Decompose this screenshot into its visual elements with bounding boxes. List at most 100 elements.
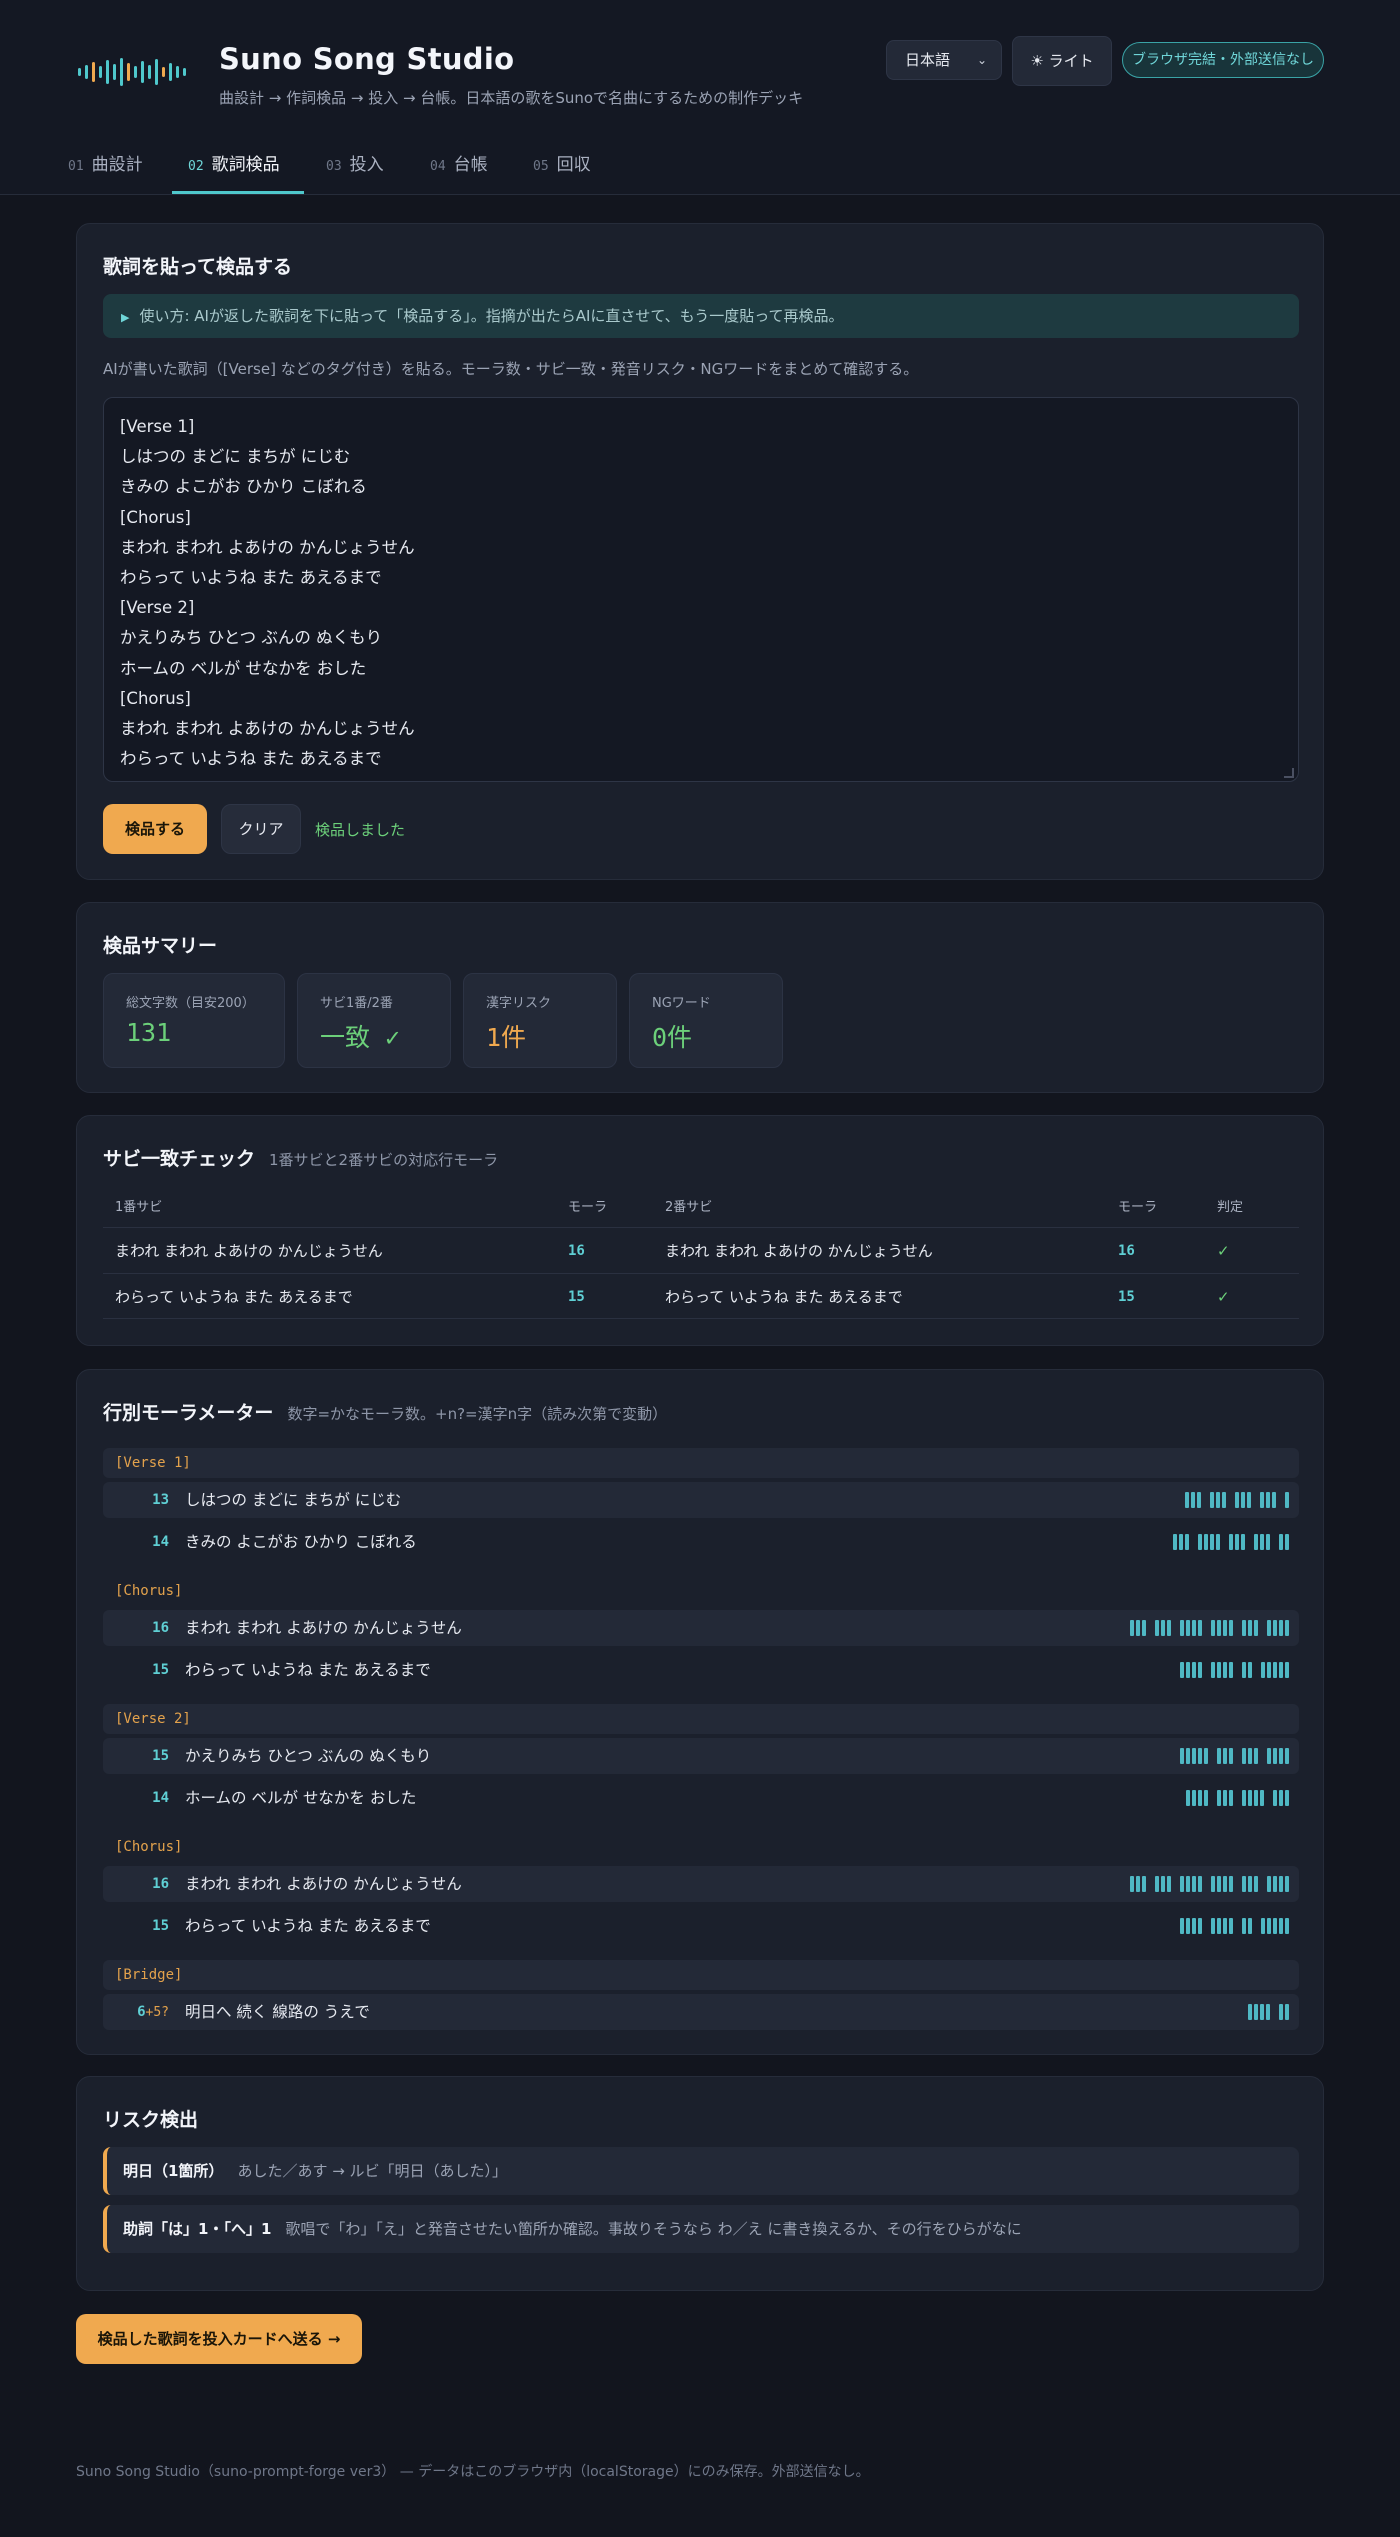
tab-ledger[interactable]: 04 台帳	[430, 135, 488, 195]
tab-song-design[interactable]: 01 曲設計	[68, 135, 143, 195]
mora-bar-meter	[1171, 1748, 1289, 1764]
mora-bar	[1248, 1790, 1252, 1806]
mora-bar	[1229, 1748, 1233, 1764]
mora-bar	[1223, 1748, 1227, 1764]
lyrics-textarea[interactable]: [Verse 1] しはつの まどに まちが にじむ きみの よこがお ひかり こぼ…	[103, 397, 1299, 782]
waveform-logo-icon	[78, 58, 186, 86]
wave-bar	[85, 65, 88, 79]
mora-bar	[1229, 1534, 1233, 1550]
col-header-mora1: モーラ	[568, 1200, 608, 1215]
mora-line-text: まわれ まわれ よあけの かんじょうせん	[185, 1619, 462, 1637]
mora-bar	[1229, 1918, 1233, 1934]
language-select[interactable]: 日本語 ⌄	[886, 40, 1002, 80]
mora-bar	[1229, 1620, 1233, 1636]
mora-count: 15	[152, 1748, 169, 1764]
check-icon: ✓	[1217, 1288, 1230, 1306]
mora-bar	[1229, 1662, 1233, 1678]
wave-bar	[176, 66, 179, 78]
check-status: 検品しました	[315, 821, 406, 839]
wave-bar	[120, 58, 123, 86]
mora-bar	[1242, 1918, 1246, 1934]
mora-bar	[1210, 1534, 1214, 1550]
wave-bar	[99, 66, 102, 78]
mora-bar	[1285, 1662, 1289, 1678]
mora-bar	[1242, 1790, 1246, 1806]
mora-bar	[1180, 1918, 1184, 1934]
col-header-chorus2: 2番サビ	[665, 1200, 713, 1215]
tab-collect[interactable]: 05 回収	[533, 135, 591, 195]
mora-bar	[1211, 1620, 1215, 1636]
card-title: 行別モーラメーター 数字=かなモーラ数。+n?=漢字n字（読み次第で変動）	[103, 1402, 668, 1424]
mora-bar-meter	[1171, 1918, 1289, 1934]
mora-line-row: 6+5? 明日へ 続く 線路の うえで	[103, 1994, 1299, 2030]
resize-handle-icon[interactable]	[1284, 768, 1294, 778]
mora-bar-meter	[1176, 1492, 1289, 1508]
mora-bar	[1217, 1790, 1221, 1806]
wave-bar	[134, 66, 137, 78]
mora-bar	[1241, 1492, 1245, 1508]
mora-bar	[1223, 1662, 1227, 1678]
active-tab-indicator	[172, 191, 304, 194]
section-label: [Verse 2]	[103, 1704, 1299, 1734]
mora-line-row: 15 かえりみち ひとつ ぶんの ぬくもり	[103, 1738, 1299, 1774]
mora-bar	[1266, 1534, 1270, 1550]
mora-bar	[1248, 1662, 1252, 1678]
mora-bar	[1260, 1790, 1264, 1806]
mora-bar	[1186, 1748, 1190, 1764]
mora-bar	[1273, 1620, 1277, 1636]
mora-bar	[1260, 2004, 1264, 2020]
mora-meter-card: 行別モーラメーター 数字=かなモーラ数。+n?=漢字n字（読み次第で変動） [Ve…	[76, 1369, 1324, 2055]
mora-bar	[1204, 1748, 1208, 1764]
tab-lyrics-check[interactable]: 02 歌詞検品	[188, 135, 280, 195]
theme-toggle-button[interactable]: ☀ ライト	[1012, 36, 1112, 86]
wave-bar	[78, 68, 81, 76]
mora-bar	[1167, 1876, 1171, 1892]
send-to-submit-button[interactable]: 検品した歌詞を投入カードへ送る →	[76, 2314, 362, 2364]
mora-bar	[1211, 1662, 1215, 1678]
mora-bar-meter	[1239, 2004, 1289, 2020]
summary-card: 検品サマリー 総文字数（目安200） 131 サビ1番/2番 一致 ✓ 漢字リス…	[76, 902, 1324, 1093]
lyric-line: しはつの まどに まちが にじむ	[120, 447, 351, 467]
tab-submit[interactable]: 03 投入	[326, 135, 384, 195]
mora-bar	[1242, 1876, 1246, 1892]
card-title: 歌詞を貼って検品する	[103, 256, 293, 278]
mora-bar	[1248, 2004, 1252, 2020]
wave-bar	[127, 63, 130, 81]
mora-bar-meter	[1121, 1620, 1289, 1636]
mora-bar	[1267, 1748, 1271, 1764]
check-icon: ✓	[1217, 1242, 1230, 1260]
check-lyrics-button[interactable]: 検品する	[103, 804, 207, 854]
clear-button[interactable]: クリア	[221, 804, 301, 854]
wave-bar	[155, 59, 158, 85]
stat-chorus-match: サビ1番/2番 一致 ✓	[297, 973, 451, 1068]
mora-bar	[1279, 1662, 1283, 1678]
mora-bar	[1217, 1748, 1221, 1764]
table-row: わらって いようね また あえるまで 15 わらって いようね また あえるまで…	[103, 1273, 1299, 1319]
mora-bar-meter	[1164, 1534, 1289, 1550]
mora-bar	[1223, 1790, 1227, 1806]
mora-bar	[1186, 1620, 1190, 1636]
mora-line-text: しはつの まどに まちが にじむ	[185, 1491, 402, 1509]
app-title: Suno Song Studio	[219, 42, 515, 76]
mora-line-row: 15 わらって いようね また あえるまで	[103, 1652, 1299, 1688]
mora-bar	[1222, 1492, 1226, 1508]
mora-line-row: 16 まわれ まわれ よあけの かんじょうせん	[103, 1866, 1299, 1902]
usage-hint: ▶ 使い方: AIが返した歌詞を下に貼って「検品する」。指摘が出たらAIに直させて…	[103, 294, 1299, 338]
mora-count: 16	[152, 1876, 169, 1892]
mora-bar	[1198, 1620, 1202, 1636]
mora-bar	[1279, 1876, 1283, 1892]
lyric-line: わらって いようね また あえるまで	[120, 749, 382, 769]
mora-bar	[1180, 1662, 1184, 1678]
mora-bar	[1217, 1620, 1221, 1636]
mora-bar	[1279, 2004, 1283, 2020]
mora-line-text: 明日へ 続く 線路の うえで	[185, 2003, 370, 2021]
mora-bar	[1285, 1748, 1289, 1764]
mora-bar	[1161, 1876, 1165, 1892]
mora-count: 15	[152, 1662, 169, 1678]
col-header-mora2: モーラ	[1118, 1200, 1158, 1215]
mora-bar	[1179, 1534, 1183, 1550]
mora-line-text: かえりみち ひとつ ぶんの ぬくもり	[185, 1747, 432, 1765]
mora-bar	[1191, 1492, 1195, 1508]
mora-count: 16	[152, 1620, 169, 1636]
wave-bar	[92, 62, 95, 82]
